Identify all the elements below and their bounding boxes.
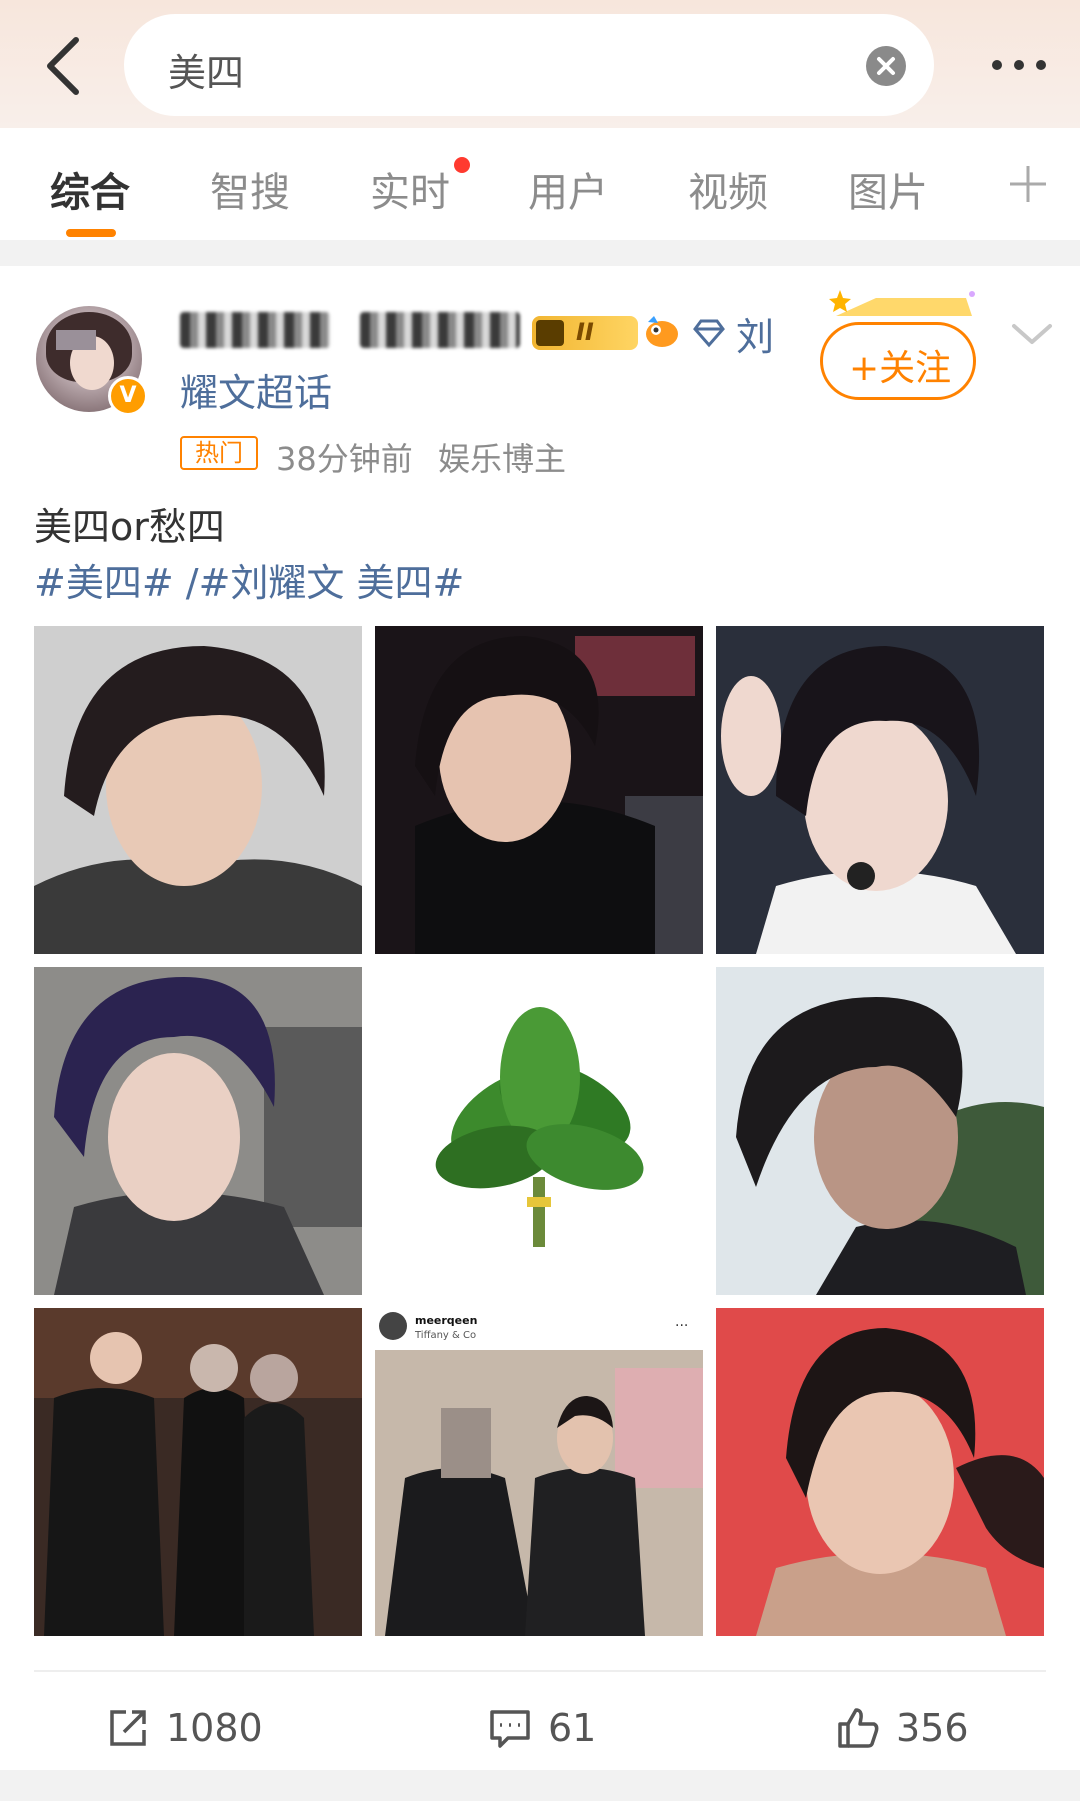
author-name-tail[interactable]: 刘 — [736, 306, 774, 361]
tab-images[interactable]: 图片 — [848, 160, 928, 218]
post-card: V II 刘 耀文超话 +关注 热门 38分钟前 娱乐博主 美四or愁四 #美四… — [0, 266, 1080, 1770]
feed-gap — [0, 1770, 1080, 1801]
tab-realtime[interactable]: 实时 — [370, 160, 450, 218]
diamond-badge-icon — [693, 319, 725, 348]
post-time: 38分钟前 — [276, 440, 413, 478]
back-arrow-icon[interactable] — [36, 30, 96, 102]
comment-icon — [490, 1710, 530, 1748]
overlay-username: meerqeen — [415, 1314, 477, 1327]
level-badge-icon: II — [532, 316, 638, 350]
search-input[interactable]: 美四 — [124, 14, 934, 116]
hashtag-link[interactable]: #美四# — [34, 561, 174, 605]
follow-sparkle-icon — [829, 290, 975, 316]
svg-text:···: ··· — [675, 1318, 688, 1334]
more-options-icon[interactable] — [984, 48, 1054, 84]
post-image-2[interactable] — [375, 626, 703, 954]
action-divider — [34, 1670, 1046, 1672]
fish-badge-icon — [646, 316, 678, 347]
post-source: 娱乐博主 — [438, 440, 567, 478]
post-image-5[interactable] — [375, 967, 703, 1295]
post-text: 美四or愁四 — [34, 505, 225, 549]
new-content-dot — [454, 157, 470, 173]
tab-videos[interactable]: 视频 — [688, 160, 768, 218]
active-tab-indicator — [66, 229, 116, 237]
post-hashtags: #美四# /#刘耀文 美四# — [34, 552, 464, 607]
post-image-1[interactable] — [34, 626, 362, 954]
super-topic-link[interactable]: 耀文超话 — [180, 362, 332, 417]
search-tabs: 综合 智搜 实时 用户 视频 图片 — [0, 128, 1080, 240]
blurred-name-part-1 — [180, 312, 330, 348]
clear-search-icon[interactable] — [866, 46, 906, 86]
tab-users[interactable]: 用户 — [528, 160, 608, 218]
hashtag-separator: / — [185, 561, 199, 605]
repost-icon — [110, 1710, 146, 1746]
like-count: 356 — [896, 1706, 969, 1750]
post-image-4[interactable] — [34, 967, 362, 1295]
post-image-9[interactable] — [716, 1308, 1044, 1636]
like-thumb-icon — [838, 1708, 879, 1748]
comment-count: 61 — [548, 1706, 597, 1750]
search-query-text[interactable]: 美四 — [168, 42, 244, 97]
blurred-name-part-2 — [360, 312, 520, 348]
follow-button[interactable]: +关注 — [820, 322, 976, 400]
chevron-down-icon[interactable] — [1010, 318, 1054, 350]
add-tab-icon[interactable] — [1008, 164, 1048, 204]
tab-smart-search[interactable]: 智搜 — [210, 160, 290, 218]
author-name[interactable]: II 刘 耀文超话 — [180, 306, 780, 422]
post-image-7[interactable] — [34, 1308, 362, 1636]
search-header: 美四 — [0, 0, 1080, 128]
post-image-3[interactable] — [716, 626, 1044, 954]
hot-badge: 热门 — [180, 436, 258, 470]
post-image-6[interactable] — [716, 967, 1044, 1295]
post-image-grid: meerqeen Tiffany & Co ··· — [34, 626, 1044, 1636]
tab-comprehensive[interactable]: 综合 — [50, 160, 130, 218]
repost-count: 1080 — [166, 1706, 263, 1750]
hashtag-link[interactable]: #刘耀文 美四# — [199, 561, 465, 605]
overlay-subtitle: Tiffany & Co — [414, 1330, 476, 1341]
verified-badge-icon: V — [108, 376, 148, 416]
post-image-8[interactable]: meerqeen Tiffany & Co ··· — [375, 1308, 703, 1636]
